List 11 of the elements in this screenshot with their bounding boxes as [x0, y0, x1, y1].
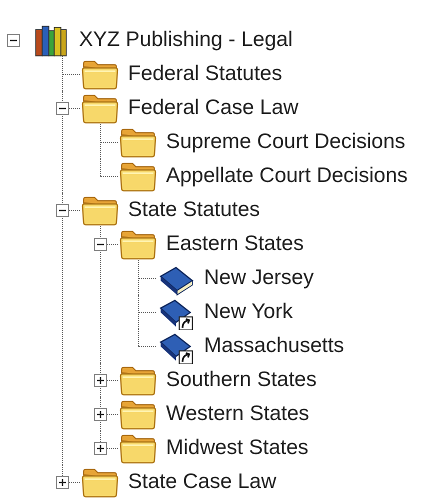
- expand-toggle[interactable]: [56, 476, 69, 488]
- collapse-toggle[interactable]: [56, 102, 69, 114]
- tree-node-label[interactable]: XYZ Publishing - Legal: [79, 28, 293, 52]
- tree-node-label[interactable]: Appellate Court Decisions: [166, 164, 408, 188]
- expand-toggle[interactable]: [94, 442, 107, 454]
- expand-toggle[interactable]: [94, 408, 107, 420]
- collapse-toggle[interactable]: [7, 34, 20, 46]
- collapse-toggle[interactable]: [94, 238, 107, 250]
- tree-node-label[interactable]: Supreme Court Decisions: [166, 130, 406, 154]
- expand-toggle[interactable]: [94, 374, 107, 386]
- collapse-toggle[interactable]: [56, 204, 69, 216]
